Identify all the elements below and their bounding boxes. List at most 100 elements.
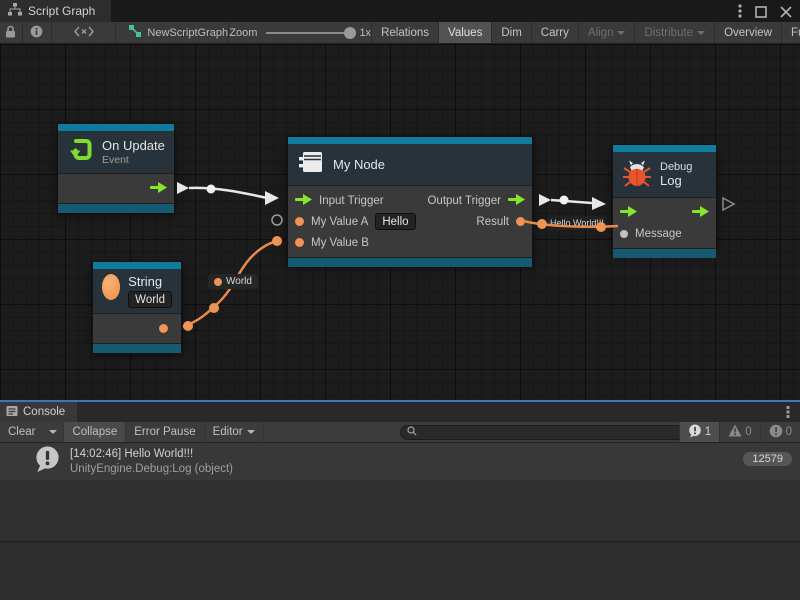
- relations-button[interactable]: Relations: [372, 22, 439, 43]
- lock-button[interactable]: [0, 22, 23, 43]
- log-bubble-icon: [688, 424, 702, 441]
- dim-button[interactable]: Dim: [492, 22, 531, 43]
- result-port[interactable]: [516, 217, 525, 226]
- error-count: 0: [786, 426, 792, 438]
- log-input-trigger-port[interactable]: [620, 204, 637, 222]
- node-title: My Node: [333, 157, 385, 172]
- wire-value-label-hello-world: Hello World!!!: [547, 216, 607, 230]
- lock-icon: [5, 25, 16, 41]
- node-string[interactable]: String World: [92, 261, 182, 352]
- window-titlebar: Script Graph: [0, 0, 800, 22]
- zoom-control: Zoom 1x: [229, 22, 372, 43]
- tab-title: Script Graph: [28, 4, 95, 18]
- warning-count: 0: [745, 426, 751, 438]
- string-output-port[interactable]: [159, 324, 168, 333]
- log-entry-line1: [14:02:46] Hello World!!!: [70, 447, 233, 462]
- info-button[interactable]: [23, 22, 52, 43]
- chevron-down-icon: [697, 31, 705, 35]
- error-pause-button[interactable]: Error Pause: [126, 422, 204, 442]
- maximize-icon[interactable]: [755, 5, 767, 23]
- search-icon: [407, 426, 417, 439]
- log-entry-row[interactable]: [14:02:46] Hello World!!! UnityEngine.De…: [0, 443, 800, 480]
- tab-script-graph[interactable]: Script Graph: [0, 0, 111, 22]
- console-search[interactable]: [400, 425, 700, 440]
- console-detail-pane: [0, 541, 800, 600]
- kebab-menu-icon[interactable]: [738, 4, 742, 23]
- chevron-down-icon: [49, 430, 57, 434]
- log-output-trigger-port[interactable]: [692, 204, 709, 222]
- zoom-slider[interactable]: [266, 32, 350, 34]
- distribute-dropdown[interactable]: Distribute: [635, 22, 715, 43]
- values-button[interactable]: Values: [439, 22, 492, 43]
- unit-icon: [297, 149, 325, 180]
- log-message-bubble-icon: [33, 444, 62, 479]
- console-log-list[interactable]: [14:02:46] Hello World!!! UnityEngine.De…: [0, 443, 800, 542]
- error-circle-icon: [769, 424, 783, 441]
- output-trigger-port[interactable]: [508, 192, 525, 210]
- node-title-bar: [613, 145, 716, 152]
- fullscreen-button[interactable]: Full S: [782, 22, 800, 43]
- warning-triangle-icon: [728, 424, 742, 440]
- node-on-update[interactable]: On Update Event: [57, 123, 175, 212]
- input-trigger-label: Input Trigger: [319, 195, 384, 207]
- graph-toolbar: NewScriptGraph Zoom 1x Relations Values …: [0, 22, 800, 44]
- console-list-icon: [6, 405, 18, 420]
- script-graph-asset-icon: [129, 25, 141, 40]
- graph-canvas[interactable]: On Update Event: [0, 44, 800, 400]
- debug-bug-icon: [622, 157, 652, 192]
- align-dropdown[interactable]: Align: [579, 22, 636, 43]
- my-value-a-port[interactable]: [295, 217, 304, 226]
- chevron-down-icon: [617, 31, 625, 35]
- on-update-loop-icon: [67, 136, 94, 168]
- node-title-bar: [58, 124, 174, 131]
- error-count-toggle[interactable]: 0: [760, 422, 800, 442]
- wire-value-text: Hello World!!!: [550, 218, 604, 228]
- wire-value-text: World: [226, 276, 252, 287]
- graph-hierarchy-icon: [8, 3, 22, 19]
- collapse-count-badge: 12579: [743, 452, 792, 466]
- string-value-input[interactable]: World: [128, 291, 172, 308]
- carry-button[interactable]: Carry: [532, 22, 579, 43]
- node-my-node[interactable]: My Node Input Trigger Output Trigger: [287, 136, 533, 263]
- my-value-b-label: My Value B: [311, 237, 369, 249]
- trigger-output-port[interactable]: [150, 180, 167, 198]
- search-input[interactable]: [421, 427, 693, 439]
- chevron-down-icon: [247, 430, 255, 434]
- overview-button[interactable]: Overview: [715, 22, 782, 43]
- zoom-value: 1x: [359, 27, 371, 39]
- string-literal-icon: [102, 274, 120, 300]
- clear-dropdown[interactable]: [43, 422, 64, 442]
- code-view-button[interactable]: [52, 22, 117, 43]
- log-count-toggle[interactable]: 1: [679, 422, 719, 442]
- result-label: Result: [476, 216, 509, 228]
- node-supertitle: Debug: [660, 161, 692, 173]
- zoom-slider-handle[interactable]: [344, 27, 356, 39]
- output-trigger-label: Output Trigger: [427, 195, 501, 207]
- console-tab-label: Console: [23, 406, 65, 418]
- message-label: Message: [635, 228, 682, 240]
- close-icon[interactable]: [780, 5, 792, 23]
- tab-console[interactable]: Console: [0, 402, 77, 422]
- editor-label: Editor: [213, 426, 243, 438]
- value-dot-icon: [214, 278, 222, 286]
- graph-asset-button[interactable]: NewScriptGraph: [116, 22, 229, 43]
- node-title-bar: [288, 137, 532, 144]
- input-trigger-port[interactable]: [295, 192, 312, 210]
- align-label: Align: [588, 27, 614, 39]
- my-value-b-port[interactable]: [295, 238, 304, 247]
- console-toolbar: Clear Collapse Error Pause Editor 1: [0, 422, 800, 443]
- editor-dropdown[interactable]: Editor: [205, 422, 264, 442]
- message-port[interactable]: [620, 230, 628, 238]
- zoom-label: Zoom: [229, 27, 257, 39]
- info-icon: [30, 25, 43, 41]
- warning-count-toggle[interactable]: 0: [719, 422, 759, 442]
- my-value-a-input[interactable]: Hello: [375, 213, 415, 230]
- node-subtitle: Event: [102, 154, 165, 166]
- clear-button[interactable]: Clear: [0, 422, 43, 442]
- node-title: String: [128, 274, 162, 289]
- node-title: Log: [660, 173, 692, 188]
- collapse-button[interactable]: Collapse: [64, 422, 126, 442]
- console-panel: Console Clear Collapse Error Pause Edito…: [0, 400, 800, 600]
- node-debug-log[interactable]: Debug Log Message: [612, 144, 717, 249]
- distribute-label: Distribute: [644, 27, 693, 39]
